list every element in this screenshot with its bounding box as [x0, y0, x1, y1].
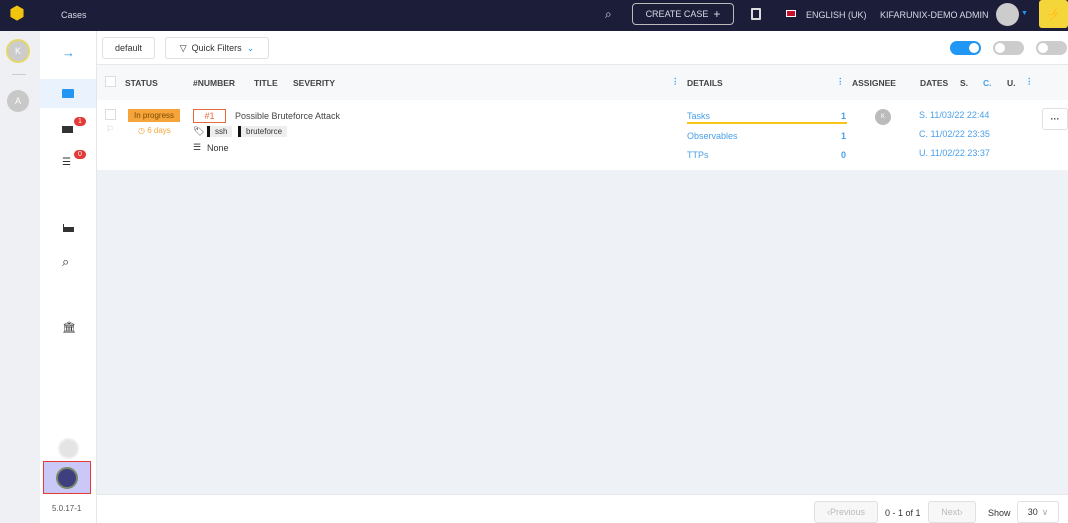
column-severity[interactable]: SEVERITY	[293, 78, 335, 88]
tag[interactable]: bruteforce	[238, 126, 288, 137]
chevron-down-icon[interactable]: ▼	[1021, 10, 1028, 17]
logo-icon[interactable]: ⬢	[6, 3, 28, 27]
messages-icon	[56, 466, 78, 489]
observables-count: 1	[841, 131, 847, 141]
created-date: C. 11/02/22 23:35	[919, 129, 990, 139]
next-page-button[interactable]: Next ›	[928, 501, 976, 523]
version-label: 5.0.17-1	[52, 504, 82, 513]
flag-icon[interactable]: ⚐	[106, 124, 114, 135]
language-selector[interactable]: ENGLISH (UK)	[806, 10, 867, 20]
clock-icon: ◷	[138, 126, 148, 135]
ttps-count: 0	[841, 150, 847, 160]
dashboard-chart-icon[interactable]	[63, 224, 74, 232]
column-resize-handle[interactable]: ⋮	[1025, 76, 1034, 87]
assignee-avatar[interactable]: K	[875, 109, 891, 125]
auto-refresh-toggle[interactable]	[950, 41, 981, 55]
select-all-checkbox[interactable]	[105, 76, 116, 87]
column-resize-handle[interactable]: ⋮	[836, 76, 845, 87]
uk-flag-icon	[786, 10, 796, 17]
tasks-progress-bar	[687, 122, 847, 124]
filter-icon: ▽	[179, 42, 187, 53]
tasks-count-badge: 0	[74, 150, 86, 159]
sort-start-date[interactable]: S.	[960, 78, 968, 88]
chat-icon[interactable]	[58, 438, 79, 459]
previous-page-button[interactable]: ‹ Previous	[814, 501, 878, 523]
sidebar-nav: → 1 ☰ 0 ⌕ 🏛 5.0.17-1	[40, 31, 97, 523]
column-title[interactable]: TITLE	[254, 78, 278, 88]
custom-fields-icon: ☰	[193, 142, 202, 152]
alerts-count-badge: 1	[74, 117, 86, 126]
row-actions-button[interactable]: ···	[1042, 108, 1068, 130]
column-resize-handle[interactable]: ⋮	[671, 76, 680, 87]
tag-icon: 🏷	[193, 126, 205, 136]
column-number[interactable]: #NUMBER	[193, 78, 235, 88]
create-case-button[interactable]: CREATE CASE +	[632, 3, 734, 25]
tag[interactable]: ssh	[207, 126, 233, 137]
sort-updated-date[interactable]: U.	[1007, 78, 1016, 88]
search-icon[interactable]: ⌕	[62, 254, 69, 270]
user-avatar-strip[interactable]: A	[7, 90, 29, 112]
column-dates[interactable]: DATES	[920, 78, 948, 88]
show-label: Show	[988, 508, 1011, 518]
org-avatar[interactable]: K	[6, 39, 30, 63]
quick-actions-button[interactable]: ⚡	[1039, 0, 1068, 28]
status-badge: In progress	[128, 109, 181, 122]
table-row[interactable]: ⚐ In progress ◷ 6 days #1 Possible Brute…	[97, 100, 1068, 170]
filters-toggle[interactable]	[1036, 41, 1067, 55]
custom-fields-value: None	[207, 143, 229, 153]
pagination: ‹ Previous 0 - 1 of 1 Next › Show 30 ∨	[97, 494, 1068, 523]
tasks-count: 1	[841, 111, 847, 121]
sidebar-item-tasks[interactable]: ☰ 0	[60, 150, 90, 170]
details-ttps-link[interactable]: TTPs	[687, 150, 709, 160]
case-number[interactable]: #1	[193, 109, 226, 123]
updated-date: U. 11/02/22 23:37	[919, 148, 990, 158]
organisation-bank-icon[interactable]: 🏛	[62, 321, 76, 334]
stats-toggle[interactable]	[993, 41, 1024, 55]
page-range: 0 - 1 of 1	[885, 508, 921, 518]
table-header: STATUS #NUMBER TITLE SEVERITY ⋮ DETAILS …	[97, 65, 1068, 100]
quick-filters-button[interactable]: ▽ Quick Filters ⌄	[165, 37, 269, 59]
user-avatar[interactable]	[996, 3, 1019, 26]
divider	[12, 74, 26, 75]
support-chat-button[interactable]	[43, 461, 91, 494]
chevron-circle-icon: ⌄	[246, 42, 255, 53]
section-title: Cases	[61, 10, 87, 20]
alarm-icon	[62, 126, 73, 133]
tasks-list-icon: ☰	[62, 157, 71, 168]
page-size-select[interactable]: 30 ∨	[1017, 501, 1059, 523]
case-age: ◷ 6 days	[138, 126, 171, 135]
case-title[interactable]: Possible Bruteforce Attack	[235, 111, 340, 121]
filter-preset-button[interactable]: default	[102, 37, 155, 59]
plus-icon: +	[713, 7, 721, 21]
column-details[interactable]: DETAILS	[687, 78, 723, 88]
sort-created-date[interactable]: C.	[983, 78, 992, 88]
arrow-right-icon[interactable]: →	[62, 45, 75, 60]
search-icon[interactable]: ⌕	[605, 7, 612, 22]
book-icon[interactable]	[751, 8, 761, 20]
sidebar-item-cases[interactable]	[40, 79, 96, 108]
user-name[interactable]: KIFARUNIX-DEMO ADMIN	[880, 10, 989, 20]
row-checkbox[interactable]	[105, 109, 116, 120]
briefcase-icon	[62, 89, 74, 98]
sidebar-item-alerts[interactable]: 1	[60, 117, 90, 137]
column-status[interactable]: STATUS	[125, 78, 158, 88]
org-strip: K A	[0, 31, 40, 523]
start-date: S. 11/03/22 22:44	[919, 110, 990, 120]
top-bar: ⬢ Cases ⌕ CREATE CASE + ENGLISH (UK) KIFA…	[0, 0, 1068, 31]
toolbar: default ▽ Quick Filters ⌄	[97, 31, 1068, 65]
column-assignee[interactable]: ASSIGNEE	[852, 78, 896, 88]
details-tasks-link[interactable]: Tasks	[687, 111, 710, 121]
details-observables-link[interactable]: Observables	[687, 131, 738, 141]
